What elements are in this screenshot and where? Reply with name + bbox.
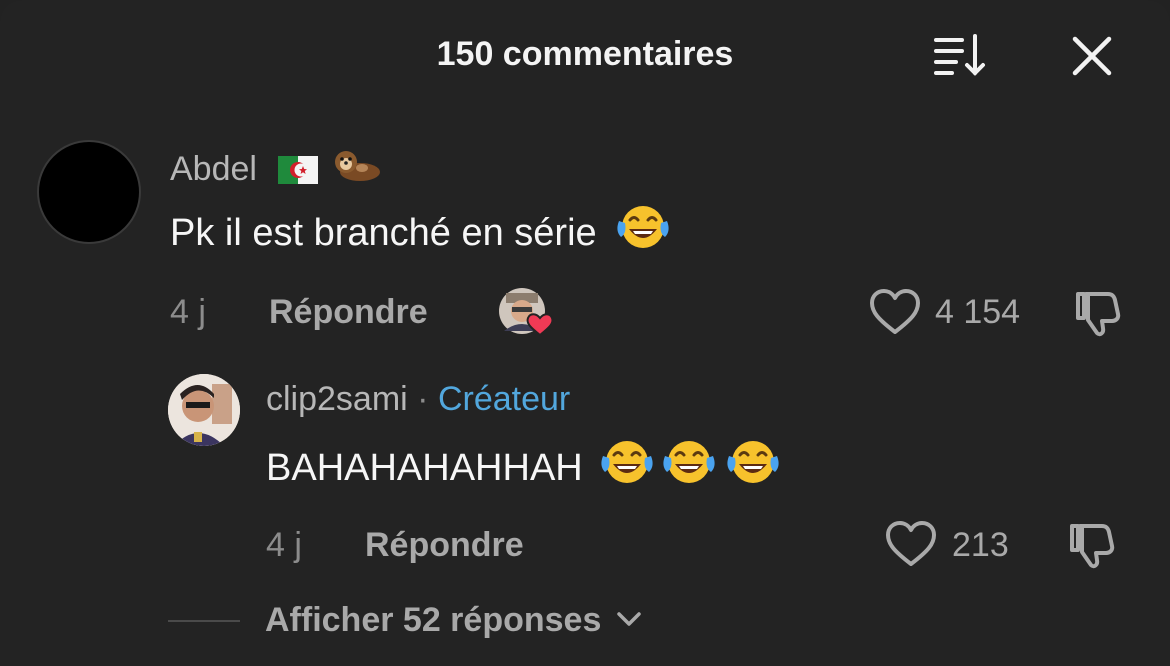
comment-text: BAHAHAHAHHAH: [266, 438, 783, 491]
like-button[interactable]: [868, 288, 922, 336]
creator-liked-badge: [498, 287, 558, 339]
avatar[interactable]: [168, 374, 240, 446]
thumbs-down-icon: [1076, 292, 1121, 337]
replies-divider: [168, 620, 240, 622]
reply-button[interactable]: Répondre: [269, 292, 428, 332]
comment-time: 4 j: [170, 293, 206, 331]
sort-descending-icon: [934, 34, 985, 76]
chevron-down-icon: [617, 612, 641, 626]
comment-body: BAHAHAHAHHAH: [266, 447, 583, 489]
tears-of-joy-emoji: [727, 441, 779, 483]
comment-time: 4 j: [266, 526, 302, 564]
comments-sheet: 150 commentaires Abdel Pk il est branché…: [0, 0, 1170, 666]
show-replies-label: Afficher 52 réponses: [265, 601, 602, 639]
separator-dot: ·: [417, 380, 429, 418]
comment-username[interactable]: Abdel: [170, 146, 382, 189]
heart-outline-icon: [870, 289, 920, 334]
show-replies-button[interactable]: Afficher 52 réponses: [265, 600, 643, 640]
algeria-flag-emoji: [278, 156, 319, 184]
otter-emoji: [334, 151, 380, 181]
comment-body: Pk il est branché en série: [170, 212, 597, 254]
like-button[interactable]: [884, 520, 938, 568]
heart-outline-icon: [886, 521, 936, 566]
comment-username[interactable]: clip2sami · Créateur: [266, 379, 570, 419]
comments-count-title: 150 commentaires: [436, 35, 734, 73]
tears-of-joy-emoji: [601, 441, 653, 483]
username-text: Abdel: [170, 150, 257, 188]
dislike-button[interactable]: [1066, 520, 1118, 570]
creator-badge: Créateur: [437, 380, 571, 418]
avatar[interactable]: [37, 140, 141, 244]
dislike-button[interactable]: [1072, 288, 1124, 338]
sort-button[interactable]: [930, 30, 990, 78]
close-button[interactable]: [1066, 30, 1118, 82]
close-icon: [1072, 36, 1112, 76]
reply-button[interactable]: Répondre: [365, 525, 524, 565]
comment-text: Pk il est branché en série: [170, 203, 671, 256]
tears-of-joy-emoji: [617, 206, 669, 248]
tears-of-joy-emoji: [663, 441, 715, 483]
thumbs-down-icon: [1070, 524, 1115, 569]
like-count: 4 154: [935, 293, 1021, 331]
username-text: clip2sami: [266, 380, 408, 418]
like-count: 213: [952, 526, 1009, 564]
